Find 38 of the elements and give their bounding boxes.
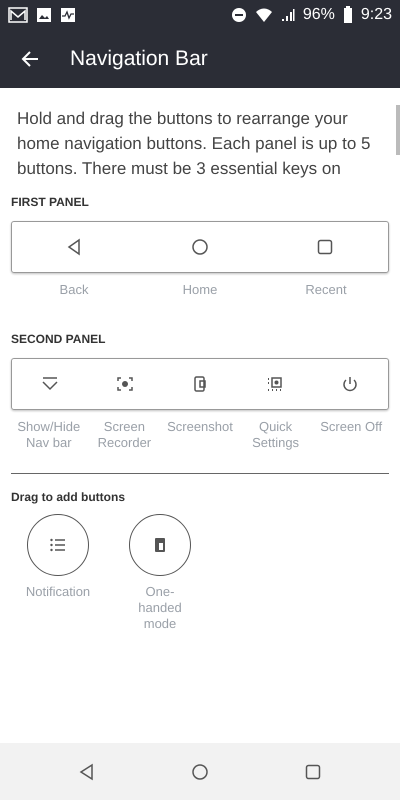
record-icon bbox=[116, 375, 134, 393]
section-heading: Drag to add buttons bbox=[11, 490, 126, 504]
home-icon bbox=[190, 238, 209, 256]
mail-icon bbox=[8, 7, 28, 23]
power-icon bbox=[341, 375, 360, 393]
battery-percent: 96% bbox=[302, 6, 335, 24]
back-arrow-icon[interactable] bbox=[20, 49, 40, 69]
back-icon[interactable] bbox=[78, 762, 96, 780]
scrollbar[interactable] bbox=[396, 105, 400, 155]
button-label: Show/Hide Nav bar bbox=[16, 419, 82, 451]
do-not-disturb-icon bbox=[230, 7, 247, 23]
button-label: Notification bbox=[26, 584, 90, 600]
recent-icon[interactable] bbox=[304, 762, 322, 780]
button-label: Quick Settings bbox=[251, 419, 300, 451]
battery-icon bbox=[342, 6, 353, 24]
add-button[interactable] bbox=[27, 514, 89, 576]
button-label: Recent bbox=[304, 282, 348, 298]
button-label: Home bbox=[182, 282, 218, 298]
activity-icon bbox=[60, 7, 76, 23]
button-label: Screen Off bbox=[319, 419, 384, 436]
recent-icon bbox=[316, 238, 334, 256]
wifi-icon bbox=[254, 7, 273, 23]
clock: 9:23 bbox=[360, 6, 392, 24]
section-heading: FIRST PANEL bbox=[11, 195, 90, 209]
button-label: Back bbox=[58, 282, 90, 298]
button-label: One-handed mode bbox=[137, 584, 183, 632]
section-heading: SECOND PANEL bbox=[11, 332, 106, 346]
button-label: Screen Recorder bbox=[96, 419, 152, 451]
list-icon bbox=[49, 536, 67, 554]
signal-icon bbox=[280, 8, 295, 22]
instruction-text: Hold and drag the buttons to rearrange your home navigation buttons. Each panel is up to 5 buttons. There must be 3 essential keys on bbox=[17, 108, 371, 180]
button-label: Screenshot bbox=[166, 419, 234, 436]
image-icon bbox=[36, 7, 52, 23]
chevron-down-icon bbox=[40, 375, 59, 393]
screen-title: Navigation Bar bbox=[70, 47, 208, 71]
add-button[interactable] bbox=[129, 514, 191, 576]
home-icon[interactable] bbox=[190, 762, 209, 780]
settings-icon bbox=[266, 375, 284, 393]
